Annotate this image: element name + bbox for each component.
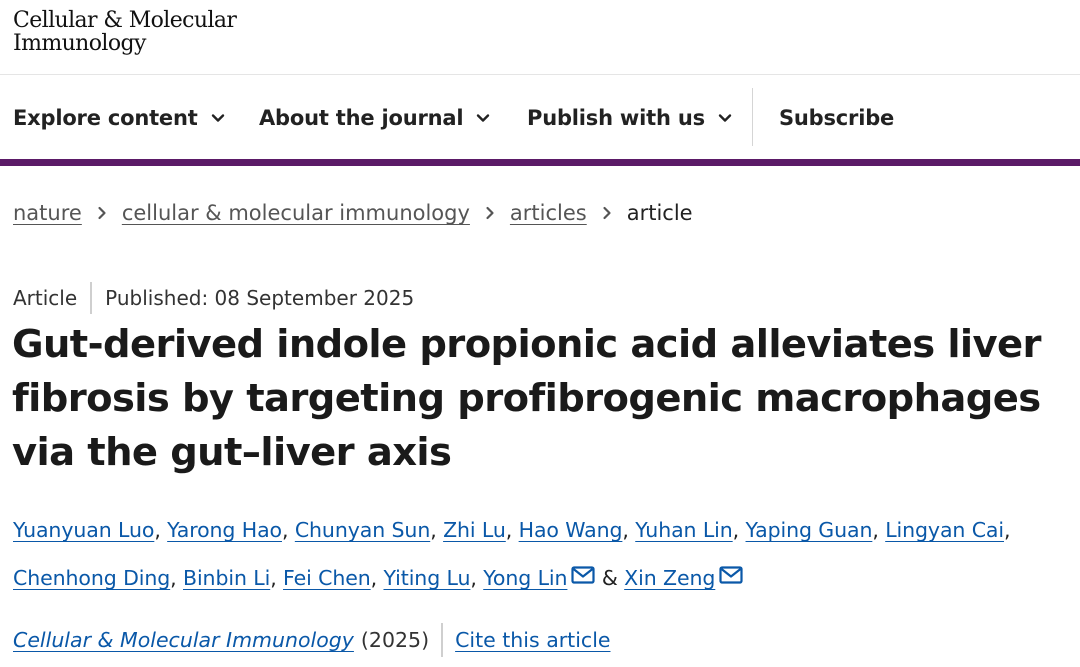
author-separator: , (281, 518, 295, 542)
logo-line-1: Cellular & Molecular (13, 8, 237, 33)
header-divider (0, 74, 1080, 75)
email-icon[interactable] (571, 554, 596, 584)
main-nav: Explore content About the journal Publis… (0, 76, 1080, 159)
author-separator: , (370, 566, 384, 590)
author-separator: , (154, 518, 168, 542)
nav-about-journal-label: About the journal (259, 106, 464, 130)
email-icon[interactable] (719, 554, 743, 584)
nav-explore-content[interactable]: Explore content (13, 102, 226, 134)
author-separator: , (170, 566, 183, 590)
breadcrumb-nature[interactable]: nature (13, 201, 82, 225)
meta-divider (90, 282, 93, 314)
author-link[interactable]: Lingyan Cai (885, 518, 1004, 542)
author-separator: , (270, 566, 284, 590)
author-link[interactable]: Yiting Lu (383, 566, 470, 590)
nav-divider (752, 88, 753, 146)
chevron-down-icon (477, 114, 490, 122)
nav-explore-content-label: Explore content (13, 106, 198, 130)
author-separator: , (470, 566, 484, 590)
author-link[interactable]: Yuanyuan Luo (13, 518, 154, 542)
author-link[interactable]: Yaping Guan (746, 518, 873, 542)
breadcrumb-current: article (626, 201, 693, 225)
nav-subscribe-label: Subscribe (779, 106, 895, 130)
nav-about-journal[interactable]: About the journal (259, 102, 491, 134)
nav-publish-with-us[interactable]: Publish with us (527, 102, 733, 134)
author-link[interactable]: Zhi Lu (443, 518, 506, 542)
citation-line: Cellular & Molecular Immunology (2025) C… (13, 622, 611, 658)
author-link[interactable]: Fei Chen (283, 566, 371, 590)
author-link[interactable]: Hao Wang (519, 518, 623, 542)
nav-subscribe[interactable]: Subscribe (779, 102, 894, 134)
chevron-down-icon (718, 114, 732, 122)
author-link[interactable]: Chunyan Sun (295, 518, 431, 542)
chevron-right-icon (603, 206, 611, 220)
nav-publish-with-us-label: Publish with us (527, 106, 705, 130)
author-link[interactable]: Xin Zeng (624, 566, 715, 590)
author-link[interactable]: Binbin Li (183, 566, 270, 590)
chevron-right-icon (486, 206, 494, 220)
article-meta: Article Published: 08 September 2025 (13, 282, 414, 314)
chevron-right-icon (98, 206, 106, 220)
author-link[interactable]: Yarong Hao (167, 518, 282, 542)
article-type: Article (13, 286, 78, 310)
nav-accent-bar (0, 159, 1080, 166)
article-title: Gut-derived indole propionic acid allevi… (12, 322, 1042, 475)
author-separator: , (872, 518, 886, 542)
author-link[interactable]: Yong Lin (483, 566, 567, 590)
cite-this-article-link[interactable]: Cite this article (455, 628, 610, 652)
author-link[interactable]: Yuhan Lin (635, 518, 733, 542)
logo-line-2: Immunology (13, 31, 146, 56)
author-ampersand: & (601, 566, 618, 590)
breadcrumb: nature cellular & molecular immunology a… (13, 198, 693, 228)
author-separator: , (430, 518, 444, 542)
author-separator: , (732, 518, 746, 542)
published-date: Published: 08 September 2025 (105, 286, 415, 310)
author-separator: , (505, 518, 519, 542)
breadcrumb-journal[interactable]: cellular & molecular immunology (122, 201, 470, 225)
chevron-down-icon (211, 114, 224, 122)
breadcrumb-articles[interactable]: articles (510, 201, 587, 225)
author-separator: , (622, 518, 636, 542)
author-separator: , (1004, 518, 1011, 542)
journal-link[interactable]: Cellular & Molecular Immunology (13, 628, 354, 652)
journal-logo[interactable]: Cellular & Molecular Immunology (13, 8, 237, 56)
citation-year: (2025) (360, 628, 430, 652)
citation-divider (441, 623, 444, 657)
author-link[interactable]: Chenhong Ding (13, 566, 170, 590)
author-list: Yuanyuan Luo, Yarong Hao, Chunyan Sun, Z… (13, 507, 1075, 602)
